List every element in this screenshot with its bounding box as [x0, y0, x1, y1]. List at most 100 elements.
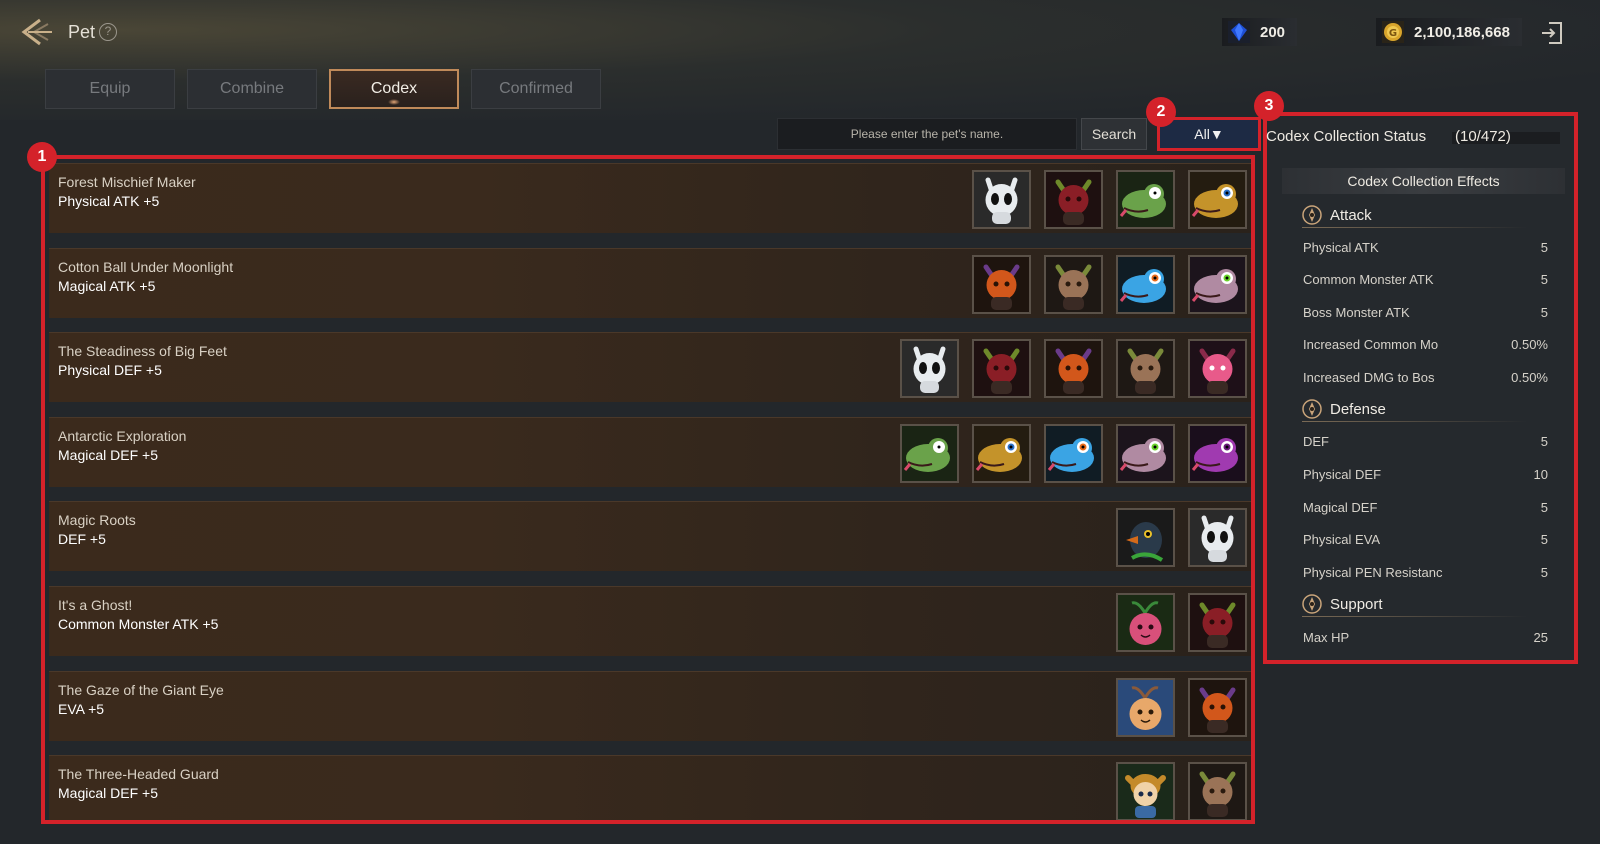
stat-value: 10 [1533, 467, 1548, 482]
gem-count: 200 [1260, 23, 1286, 41]
codex-effect: Physical DEF +5 [58, 362, 162, 379]
pet-portrait-orangegoblin-icon[interactable] [1188, 677, 1247, 737]
tab-codex[interactable]: Codex [329, 69, 459, 109]
codex-effect: Magical ATK +5 [58, 277, 156, 294]
pet-search-input[interactable] [777, 118, 1077, 150]
effects-header: Codex Collection Effects [1282, 168, 1565, 194]
stat-label: Physical ATK [1303, 240, 1379, 255]
pet-portrait-redgoblin-icon[interactable] [1044, 170, 1103, 229]
pet-slots [900, 339, 1247, 399]
section-label: Support [1330, 595, 1383, 613]
codex-effect: EVA +5 [58, 700, 105, 717]
attack-emblem-icon [1302, 205, 1322, 225]
status-count: (10/472) [1455, 128, 1511, 145]
pet-portrait-ghost-icon[interactable] [900, 339, 959, 399]
effect-stat-row: Boss Monster ATK 5 [1303, 305, 1548, 325]
codex-effect: DEF +5 [58, 531, 106, 548]
stat-label: Max HP [1303, 630, 1350, 645]
effect-stat-row: Increased Common Mo 0.50% [1303, 337, 1548, 357]
codex-row[interactable]: It's a Ghost! Common Monster ATK +5 [49, 586, 1251, 656]
pet-portrait-pinksprout-icon[interactable] [1116, 593, 1175, 652]
codex-title: It's a Ghost! [58, 597, 133, 613]
gem-currency: 200 [1222, 18, 1298, 46]
pet-portrait-ghost-icon[interactable] [972, 170, 1031, 229]
back-arrow-icon[interactable] [18, 14, 54, 50]
pet-portrait-purplelizard-icon[interactable] [1116, 423, 1175, 483]
pet-portrait-browngoblin-icon[interactable] [1116, 339, 1175, 399]
effects-section-support: Support [1302, 592, 1527, 617]
pet-portrait-greenlizard-icon[interactable] [900, 423, 959, 483]
pet-portrait-redgoblin-icon[interactable] [1188, 593, 1247, 652]
callout-badge-2: 2 [1146, 97, 1176, 127]
codex-list-highlight: Forest Mischief Maker Physical ATK +5 Co… [41, 155, 1255, 824]
pet-portrait-violetlizard-icon[interactable] [1188, 423, 1247, 483]
callout-badge-3: 3 [1254, 91, 1284, 121]
effect-stat-row: Physical ATK 5 [1303, 240, 1548, 260]
codex-effect: Common Monster ATK +5 [58, 616, 219, 632]
effects-section-defense: Defense [1302, 397, 1527, 422]
stat-value: 5 [1540, 565, 1548, 580]
pet-portrait-browngoblin-icon[interactable] [1044, 254, 1103, 314]
codex-title: The Steadiness of Big Feet [58, 343, 227, 360]
pet-portrait-browngoblin-icon[interactable] [1188, 762, 1247, 820]
effect-stat-row: Common Monster ATK 5 [1303, 272, 1548, 292]
stat-value: 5 [1540, 240, 1548, 255]
stat-value: 5 [1540, 532, 1548, 547]
pet-portrait-orangegoblin-icon[interactable] [972, 254, 1031, 314]
top-bar: Pet ? 200 G 2,100,186,668 [0, 0, 1600, 64]
pet-portrait-pinkgoblin-icon[interactable] [1188, 339, 1247, 399]
tab-equip[interactable]: Equip [45, 69, 175, 109]
effects-section-attack: Attack [1302, 203, 1527, 228]
pet-portrait-ghost-icon[interactable] [1188, 508, 1247, 568]
codex-row[interactable]: Antarctic Exploration Magical DEF +5 [49, 416, 1251, 487]
stat-label: Magical DEF [1303, 500, 1378, 515]
pet-portrait-yellowlizard-icon[interactable] [1188, 170, 1247, 229]
pet-portrait-purplelizard-icon[interactable] [1188, 254, 1247, 314]
effect-stat-row: Increased DMG to Bos 0.50% [1303, 370, 1548, 390]
search-button[interactable]: Search [1081, 118, 1147, 150]
exit-icon[interactable] [1539, 20, 1565, 46]
pet-portrait-redgoblin-icon[interactable] [972, 339, 1031, 399]
pet-portrait-sprout-icon[interactable] [1116, 677, 1175, 737]
stat-value: 5 [1540, 500, 1548, 515]
codex-effect: Physical ATK +5 [58, 193, 160, 209]
stat-label: Physical EVA [1303, 532, 1381, 547]
pet-slots [1116, 508, 1247, 568]
stat-value: 0.50% [1511, 337, 1548, 352]
stat-value: 5 [1540, 434, 1548, 449]
pet-portrait-yellowlizard-icon[interactable] [972, 423, 1031, 483]
blue-gem-icon [1228, 21, 1250, 43]
codex-row[interactable]: Forest Mischief Maker Physical ATK +5 [49, 163, 1251, 233]
tab-confirmed[interactable]: Confirmed [471, 69, 601, 109]
pet-portrait-bluelizard-icon[interactable] [1044, 423, 1103, 483]
effect-stat-row: Max HP 25 [1303, 630, 1548, 650]
stat-value: 5 [1540, 305, 1548, 320]
pet-portrait-bluelizard-icon[interactable] [1116, 254, 1175, 314]
stat-value: 5 [1540, 272, 1548, 287]
pet-portrait-bird-icon[interactable] [1116, 508, 1175, 568]
tab-combine[interactable]: Combine [187, 69, 317, 109]
filter-dropdown[interactable]: All▼ [1157, 117, 1261, 151]
codex-row[interactable]: The Three-Headed Guard Magical DEF +5 [49, 755, 1251, 820]
codex-title: The Gaze of the Giant Eye [58, 681, 224, 698]
pet-slots [972, 170, 1247, 229]
codex-row[interactable]: Cotton Ball Under Moonlight Magical ATK +… [49, 247, 1251, 318]
pet-portrait-greenlizard-icon[interactable] [1116, 170, 1175, 229]
stat-label: DEF [1303, 434, 1329, 449]
stat-value: 0.50% [1511, 370, 1548, 385]
tab-bar: Equip Combine Codex Confirmed [45, 69, 601, 109]
pet-portrait-girl-icon[interactable] [1116, 762, 1175, 820]
support-emblem-icon [1302, 594, 1322, 614]
stat-label: Physical PEN Resistanc [1303, 565, 1443, 580]
pet-slots [1116, 593, 1247, 652]
codex-row[interactable]: The Steadiness of Big Feet Physical DEF +… [49, 332, 1251, 403]
pet-portrait-orangegoblin-icon[interactable] [1044, 339, 1103, 399]
codex-row[interactable]: The Gaze of the Giant Eye EVA +5 [49, 670, 1251, 741]
codex-row[interactable]: Magic Roots DEF +5 [49, 501, 1251, 572]
callout-badge-1: 1 [27, 142, 57, 172]
stat-value: 25 [1533, 630, 1548, 645]
pet-slots [1116, 762, 1247, 820]
svg-text:G: G [1389, 28, 1397, 39]
pet-slots [900, 423, 1247, 483]
help-icon[interactable]: ? [99, 23, 117, 41]
